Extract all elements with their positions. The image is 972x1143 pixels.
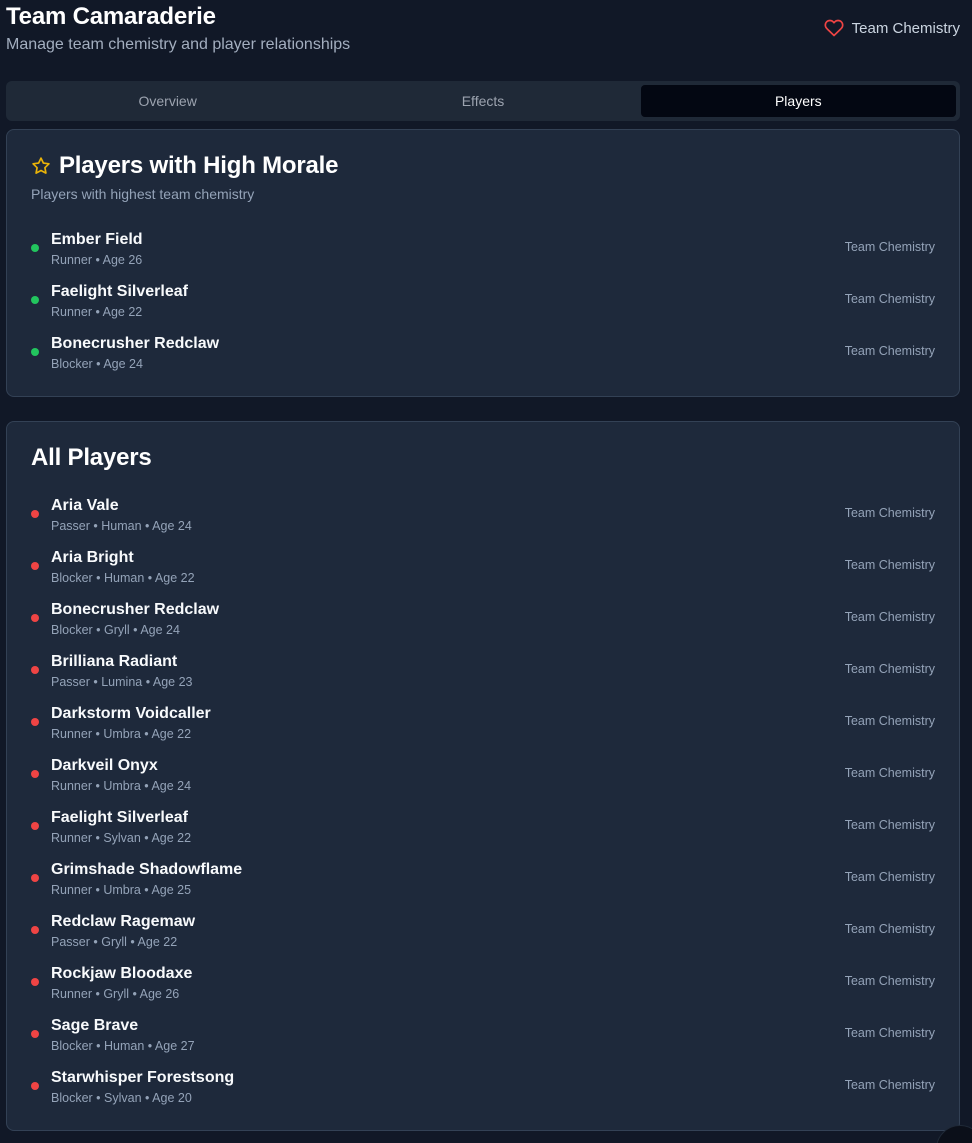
player-name: Sage Brave <box>51 1017 139 1034</box>
player-chemistry-tag: Team Chemistry <box>844 240 935 254</box>
star-icon <box>32 157 50 174</box>
player-name: Bonecrusher Redclaw <box>51 335 220 352</box>
player-row[interactable]: Faelight Silverleaf Runner • Sylvan • Age… <box>31 806 935 858</box>
player-chemistry-tag: Team Chemistry <box>844 506 935 520</box>
player-row[interactable]: Rockjaw Bloodaxe Runner • Gryll • Age 26 T… <box>31 962 935 1014</box>
status-dot <box>31 296 39 304</box>
player-name: Redclaw Ragemaw <box>51 913 196 930</box>
status-dot <box>31 926 39 934</box>
heart-icon <box>824 19 844 37</box>
tab-effects[interactable]: Effects <box>325 85 640 117</box>
status-dot <box>31 822 39 830</box>
high-morale-description: Players with highest team chemistry <box>31 186 255 202</box>
status-dot <box>31 978 39 986</box>
status-dot <box>31 1082 39 1090</box>
player-meta: Passer • Lumina • Age 23 <box>51 675 193 689</box>
player-name: Aria Bright <box>51 549 134 566</box>
player-name: Brilliana Radiant <box>51 653 178 670</box>
player-row[interactable]: Bonecrusher Redclaw Blocker • Gryll • Age… <box>31 598 935 650</box>
player-name: Grimshade Shadowflame <box>51 861 243 878</box>
high-morale-card: Players with High Morale Players with hi… <box>6 129 960 397</box>
player-row[interactable]: Bonecrusher Redclaw Blocker • Age 24 Team … <box>31 332 935 384</box>
status-dot <box>31 348 39 356</box>
status-dot <box>31 510 39 518</box>
player-chemistry-tag: Team Chemistry <box>844 1078 935 1092</box>
player-row[interactable]: Redclaw Ragemaw Passer • Gryll • Age 22 Te… <box>31 910 935 962</box>
tab-players[interactable]: Players <box>640 85 956 117</box>
player-name: Bonecrusher Redclaw <box>51 601 220 618</box>
page-header: Team Camaraderie Manage team chemistry a… <box>6 2 960 62</box>
player-row[interactable]: Grimshade Shadowflame Runner • Umbra • Ag… <box>31 858 935 910</box>
player-row[interactable]: Darkstorm Voidcaller Runner • Umbra • Age… <box>31 702 935 754</box>
all-players-title: All Players <box>31 444 152 471</box>
team-chemistry-badge-label: Team Chemistry <box>851 19 960 37</box>
player-meta: Blocker • Sylvan • Age 20 <box>51 1091 192 1105</box>
player-chemistry-tag: Team Chemistry <box>844 766 935 780</box>
high-morale-title: Players with High Morale <box>59 152 339 179</box>
all-players-card: All Players Aria Vale Passer • Human • Ag… <box>6 421 960 1131</box>
status-dot <box>31 244 39 252</box>
player-row[interactable]: Sage Brave Blocker • Human • Age 27 Team C… <box>31 1014 935 1066</box>
player-name: Darkstorm Voidcaller <box>51 705 211 722</box>
player-name: Rockjaw Bloodaxe <box>51 965 193 982</box>
player-name: Faelight Silverleaf <box>51 809 188 826</box>
player-meta: Blocker • Human • Age 27 <box>51 1039 195 1053</box>
player-name: Ember Field <box>51 231 143 248</box>
player-meta: Passer • Gryll • Age 22 <box>51 935 178 949</box>
player-meta: Runner • Age 26 <box>51 253 143 267</box>
status-dot <box>31 614 39 622</box>
player-meta: Blocker • Age 24 <box>51 357 143 371</box>
status-dot <box>31 770 39 778</box>
player-meta: Runner • Age 22 <box>51 305 143 319</box>
player-name: Starwhisper Forestsong <box>51 1069 235 1086</box>
player-name: Darkveil Onyx <box>51 757 158 774</box>
player-name: Faelight Silverleaf <box>51 283 188 300</box>
player-meta: Runner • Sylvan • Age 22 <box>51 831 192 845</box>
player-chemistry-tag: Team Chemistry <box>844 974 935 988</box>
player-row[interactable]: Aria Bright Blocker • Human • Age 22 Team … <box>31 546 935 598</box>
player-row[interactable]: Ember Field Runner • Age 26 Team Chemistry <box>31 228 935 280</box>
all-players-list: Aria Vale Passer • Human • Age 24 Team Che… <box>31 494 935 1118</box>
player-row[interactable]: Faelight Silverleaf Runner • Age 22 Team C… <box>31 280 935 332</box>
player-meta: Runner • Umbra • Age 25 <box>51 883 192 897</box>
page-subtitle: Manage team chemistry and player relatio… <box>6 36 351 53</box>
player-chemistry-tag: Team Chemistry <box>844 1026 935 1040</box>
player-row[interactable]: Starwhisper Forestsong Blocker • Sylvan •… <box>31 1066 935 1118</box>
player-name: Aria Vale <box>51 497 119 514</box>
tab-bar: Overview Effects Players <box>6 81 960 121</box>
player-meta: Passer • Human • Age 24 <box>51 519 192 533</box>
player-chemistry-tag: Team Chemistry <box>844 558 935 572</box>
high-morale-heading: Players with High Morale <box>31 152 338 180</box>
player-meta: Runner • Gryll • Age 26 <box>51 987 180 1001</box>
player-meta: Blocker • Human • Age 22 <box>51 571 195 585</box>
team-chemistry-badge[interactable]: Team Chemistry <box>824 18 960 38</box>
page-title: Team Camaraderie <box>6 3 216 30</box>
all-players-heading: All Players <box>31 444 152 472</box>
status-dot <box>31 666 39 674</box>
player-meta: Runner • Umbra • Age 22 <box>51 727 192 741</box>
player-meta: Runner • Umbra • Age 24 <box>51 779 192 793</box>
player-chemistry-tag: Team Chemistry <box>844 870 935 884</box>
player-row[interactable]: Darkveil Onyx Runner • Umbra • Age 24 Team… <box>31 754 935 806</box>
status-dot <box>31 1030 39 1038</box>
status-dot <box>31 874 39 882</box>
status-dot <box>31 562 39 570</box>
tab-overview[interactable]: Overview <box>10 85 325 117</box>
player-chemistry-tag: Team Chemistry <box>844 714 935 728</box>
player-row[interactable]: Aria Vale Passer • Human • Age 24 Team Che… <box>31 494 935 546</box>
player-chemistry-tag: Team Chemistry <box>844 662 935 676</box>
player-row[interactable]: Brilliana Radiant Passer • Lumina • Age 2… <box>31 650 935 702</box>
player-chemistry-tag: Team Chemistry <box>844 818 935 832</box>
status-dot <box>31 718 39 726</box>
player-meta: Blocker • Gryll • Age 24 <box>51 623 180 637</box>
high-morale-list: Ember Field Runner • Age 26 Team Chemistry… <box>31 228 935 384</box>
player-chemistry-tag: Team Chemistry <box>844 344 935 358</box>
player-chemistry-tag: Team Chemistry <box>844 292 935 306</box>
player-chemistry-tag: Team Chemistry <box>844 922 935 936</box>
player-chemistry-tag: Team Chemistry <box>844 610 935 624</box>
